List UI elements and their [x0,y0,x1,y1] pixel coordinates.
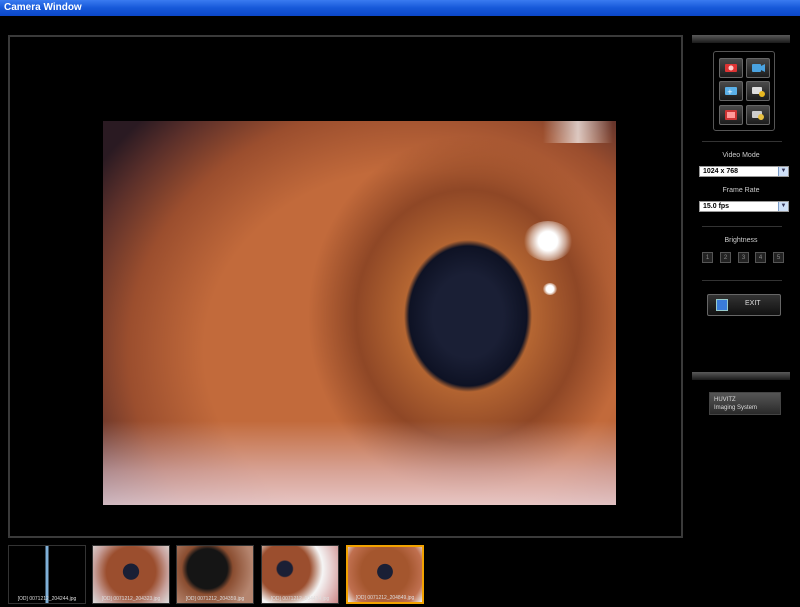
exit-button[interactable]: EXIT [707,294,781,316]
title-bar: Camera Window [0,0,800,16]
light-reflection [543,121,613,143]
camera-capture-button[interactable] [719,58,743,78]
thumbnail-caption: [OD] 0071212_204359.jpg [185,596,245,602]
camera-window: + Video Mode 1024 x 768 ▼ Frame Rate 15.… [0,16,800,604]
camera-settings-button[interactable] [746,81,770,101]
video-mode-select[interactable]: 1024 x 768 ▼ [699,166,789,177]
chevron-down-icon[interactable]: ▼ [778,202,788,211]
exposure-button[interactable]: + [719,81,743,101]
brand-tagline: Imaging System [714,405,758,411]
thumbnail-strip: [OD] 0071212_204244.jpg [OD] 0071212_204… [8,545,788,607]
camera-capture-icon [725,64,737,72]
thumbnail[interactable]: [OD] 0071212_204359.jpg [176,545,254,604]
brightness-level-5[interactable]: 5 [773,252,784,263]
panel-bottom-bar [692,372,790,380]
brightness-level-1[interactable]: 1 [702,252,713,263]
corneal-reflex-small [543,283,557,295]
brand-badge: HUVITZ Imaging System [709,392,781,415]
thumbnail-caption: [OD] 0071212_204849.jpg [355,595,415,601]
video-mode-label: Video Mode [722,152,760,159]
window-title: Camera Window [4,2,82,13]
control-panel: + Video Mode 1024 x 768 ▼ Frame Rate 15.… [692,35,790,565]
thumbnail-caption: [OD] 0071212_204244.jpg [17,596,77,602]
brightness-level-2[interactable]: 2 [720,252,731,263]
gallery-icon [725,110,737,120]
exit-label: EXIT [745,300,761,307]
thumbnail[interactable]: [OD] 0071212_204323.jpg [92,545,170,604]
thumbnail[interactable]: [OD] 0071212_204244.jpg [8,545,86,604]
brightness-level-4[interactable]: 4 [755,252,766,263]
chevron-down-icon[interactable]: ▼ [778,167,788,176]
live-iris-image [103,121,616,505]
video-record-button[interactable] [746,58,770,78]
tool-button-grid: + [713,51,775,131]
brightness-label: Brightness [724,237,758,244]
video-mode-value: 1024 x 768 [703,168,739,175]
lower-eyelid [103,421,616,505]
exit-icon [716,299,728,311]
thumbnail-caption: [OD] 0071212_204414.jpg [270,596,330,602]
divider [702,280,782,281]
brand-name: HUVITZ [714,397,736,403]
settings-icon [752,111,764,120]
thumbnail-selected[interactable]: [OD] 0071212_204849.jpg [346,545,424,604]
divider [702,226,782,227]
brightness-level-3[interactable]: 3 [738,252,749,263]
frame-rate-select[interactable]: 15.0 fps ▼ [699,201,789,212]
svg-text:+: + [727,88,733,96]
frame-rate-value: 15.0 fps [703,203,730,210]
image-viewer [8,35,683,538]
gallery-button[interactable] [719,105,743,125]
panel-top-bar [692,35,790,43]
corneal-reflex [523,221,573,261]
thumbnail[interactable]: [OD] 0071212_204414.jpg [261,545,339,604]
exposure-icon: + [725,87,737,96]
video-record-icon [752,64,765,72]
frame-rate-label: Frame Rate [722,187,760,194]
settings-button[interactable] [746,105,770,125]
divider [702,141,782,142]
camera-settings-icon [752,87,765,97]
thumbnail-caption: [OD] 0071212_204323.jpg [101,596,161,602]
